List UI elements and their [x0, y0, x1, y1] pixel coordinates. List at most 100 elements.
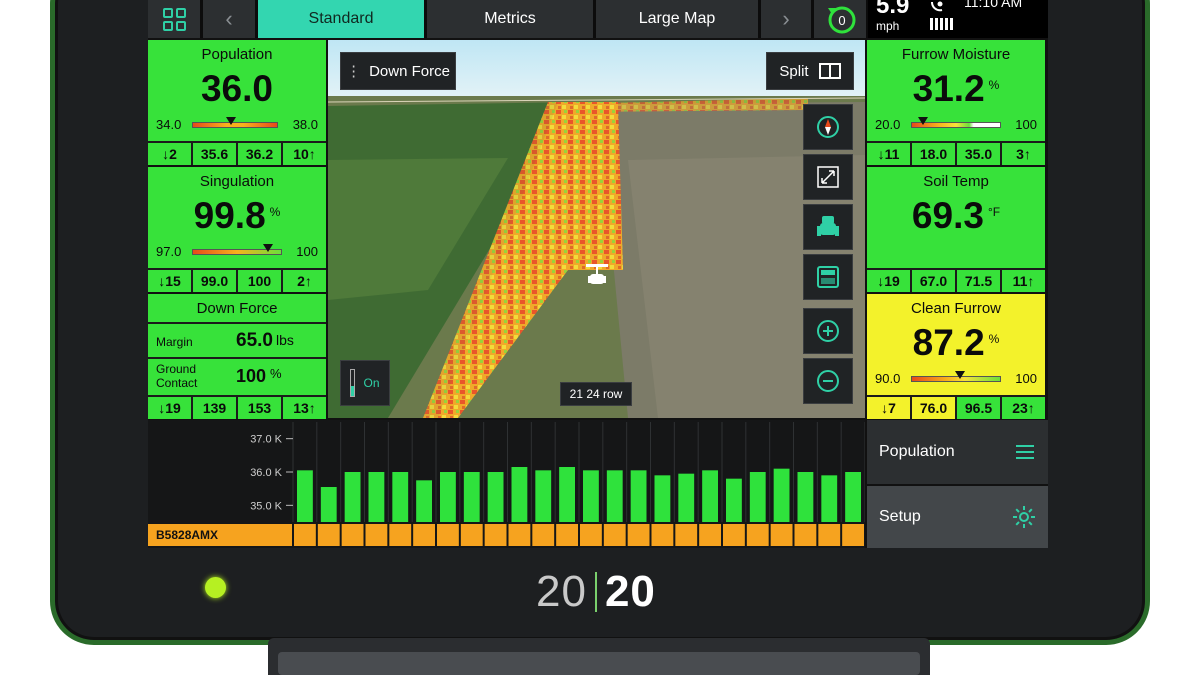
rows-above-count: 11 ↑	[1012, 273, 1035, 289]
metric-panel-furrow-moisture[interactable]: Furrow Moisture 31.2% 20.0 100 ↓ 11 18.0 …	[867, 40, 1045, 165]
chart-tick-label: 37.0 K	[250, 434, 282, 446]
arrow-down-icon: ↓	[881, 400, 889, 416]
row-min-value: 18.0	[912, 143, 957, 165]
chart-base-cell	[556, 524, 578, 546]
autoswath-toggle[interactable]: On	[340, 360, 390, 406]
tab-metrics[interactable]: Metrics	[427, 0, 593, 38]
panel-footer: ↓ 15 99.0 100 2 ↑	[148, 268, 326, 292]
chart-bar	[297, 470, 313, 522]
power-led	[205, 577, 226, 598]
panel-footer: ↓ 2 35.6 36.2 10 ↑	[148, 141, 326, 165]
metric-panel-clean-furrow[interactable]: Clean Furrow 87.2% 90.0 100 ↓ 7 76.0 96.5…	[867, 294, 1045, 419]
gauge-marker	[955, 371, 966, 379]
chart-bar	[487, 472, 504, 522]
ground-label-1: Ground	[156, 362, 197, 376]
chart-series-label: B5828AMX	[156, 528, 218, 542]
grid-icon	[162, 7, 186, 31]
panel-footer: ↓ 11 18.0 35.0 3 ↑	[867, 141, 1045, 165]
compass-button[interactable]	[803, 104, 853, 150]
metric-panel-singulation[interactable]: Singulation 99.8% 97.0 100 ↓ 15 99.0 100 …	[148, 167, 326, 292]
tab-prev-button[interactable]: ‹	[203, 0, 255, 38]
chart-bar	[320, 487, 337, 522]
row-max-value: 100	[238, 270, 283, 292]
range-low: 20.0	[875, 117, 901, 132]
chart-base-cell	[341, 524, 364, 546]
gear-icon	[1013, 506, 1035, 528]
zoom-in-button[interactable]	[803, 308, 853, 354]
chart-metric-selector[interactable]: Population	[867, 420, 1048, 484]
chart-bar	[821, 475, 838, 522]
chart-bar	[416, 480, 432, 522]
menu-icon	[1016, 445, 1034, 459]
metric-panel-population[interactable]: Population 36.0 34.0 38.0 ↓ 2 35.6 36.2 1…	[148, 40, 326, 165]
metric-panel-soil-temp[interactable]: Soil Temp 69.3 °F ↓ 19 67.0 71.5 11 ↑	[867, 167, 1045, 292]
row-max-value: 153	[238, 397, 283, 419]
field-map[interactable]: ⋮ Down Force Split On 21 24 row	[328, 40, 865, 418]
chart-base-cell	[413, 524, 435, 546]
chart-bar	[440, 472, 456, 522]
rows-below-count: ↓ 11	[867, 143, 912, 165]
field-map-view	[328, 40, 865, 418]
gauge-marker	[917, 117, 928, 125]
row-min-value: 99.0	[193, 270, 238, 292]
status-area: 5.9 mph 11:10 AM	[868, 0, 1048, 38]
row-selection-label[interactable]: 21 24 row	[560, 382, 632, 406]
refresh-alert-icon: 0	[828, 6, 856, 34]
chart-bar	[392, 472, 409, 522]
ground-value: 100	[236, 366, 267, 386]
zoom-out-button[interactable]	[803, 358, 853, 404]
speed-unit: mph	[876, 19, 900, 33]
metric-panel-down-force[interactable]: Down Force Margin 65.0 lbs Ground Contac…	[148, 294, 326, 419]
panel-range: 20.0 100	[875, 117, 1037, 133]
panel-title: Down Force	[196, 300, 278, 317]
chart-bar	[583, 470, 599, 522]
map-layer-button[interactable]: ⋮ Down Force	[340, 52, 456, 90]
arrow-up-icon: ↑	[1027, 400, 1035, 416]
chart-base-cell	[746, 524, 769, 546]
chart-base-cell	[770, 524, 793, 546]
alerts-button[interactable]: 0	[814, 0, 866, 38]
panel-range: 97.0 100	[156, 244, 318, 260]
arrow-down-icon: ↓	[877, 146, 885, 162]
rows-below-count: ↓ 2	[148, 143, 193, 165]
panel-footer: ↓ 7 76.0 96.5 23 ↑	[867, 395, 1045, 419]
top-bar: ‹ Standard Metrics Large Map › 0 5.9 mph…	[148, 0, 1048, 38]
home-grid-button[interactable]	[148, 0, 200, 38]
chart-base-cell	[317, 524, 340, 546]
speed-value: 5.9	[876, 0, 910, 19]
range-high: 100	[1015, 371, 1037, 386]
display-stand	[268, 638, 930, 675]
tractor-icon	[817, 216, 839, 236]
tab-standard[interactable]: Standard	[258, 0, 424, 38]
chart-bar	[511, 467, 528, 522]
panel-value: 36.0	[200, 68, 273, 109]
brand-logo-right: 20	[604, 567, 656, 616]
tractor-view-button[interactable]	[803, 204, 853, 250]
range-high: 100	[296, 244, 318, 259]
arrow-up-icon: ↑	[304, 273, 312, 289]
chart-tick-label: 35.0 K	[250, 500, 282, 512]
range-high: 100	[1015, 117, 1037, 132]
chart-base-cell	[627, 524, 650, 546]
tab-next-button[interactable]: ›	[761, 0, 811, 38]
row-by-row-chart[interactable]: 37.0 K 36.0 K 35.0 K B5828AMX	[148, 420, 866, 548]
chart-base-cell	[460, 524, 483, 546]
split-view-button[interactable]: Split	[766, 52, 854, 90]
chart-bar	[630, 470, 647, 522]
setup-button[interactable]: Setup	[867, 486, 1048, 548]
chart-base-cell	[699, 524, 721, 546]
fullscreen-button[interactable]	[803, 154, 853, 200]
chart-bar	[773, 468, 790, 522]
brand-logo: 20 20	[536, 567, 656, 616]
panel-range: 90.0 100	[875, 371, 1037, 387]
map-legend-button[interactable]	[803, 254, 853, 300]
chart-base-cell	[818, 524, 841, 546]
screen: ‹ Standard Metrics Large Map › 0 5.9 mph…	[148, 0, 1048, 548]
panel-footer: ↓ 19 67.0 71.5 11 ↑	[867, 268, 1045, 292]
row-min-value: 139	[193, 397, 238, 419]
population-bar-chart: 37.0 K 36.0 K 35.0 K B5828AMX	[148, 420, 866, 548]
chart-base-cell	[532, 524, 555, 546]
range-low: 34.0	[156, 117, 182, 132]
range-high: 38.0	[292, 117, 318, 132]
tab-large-map[interactable]: Large Map	[596, 0, 758, 38]
